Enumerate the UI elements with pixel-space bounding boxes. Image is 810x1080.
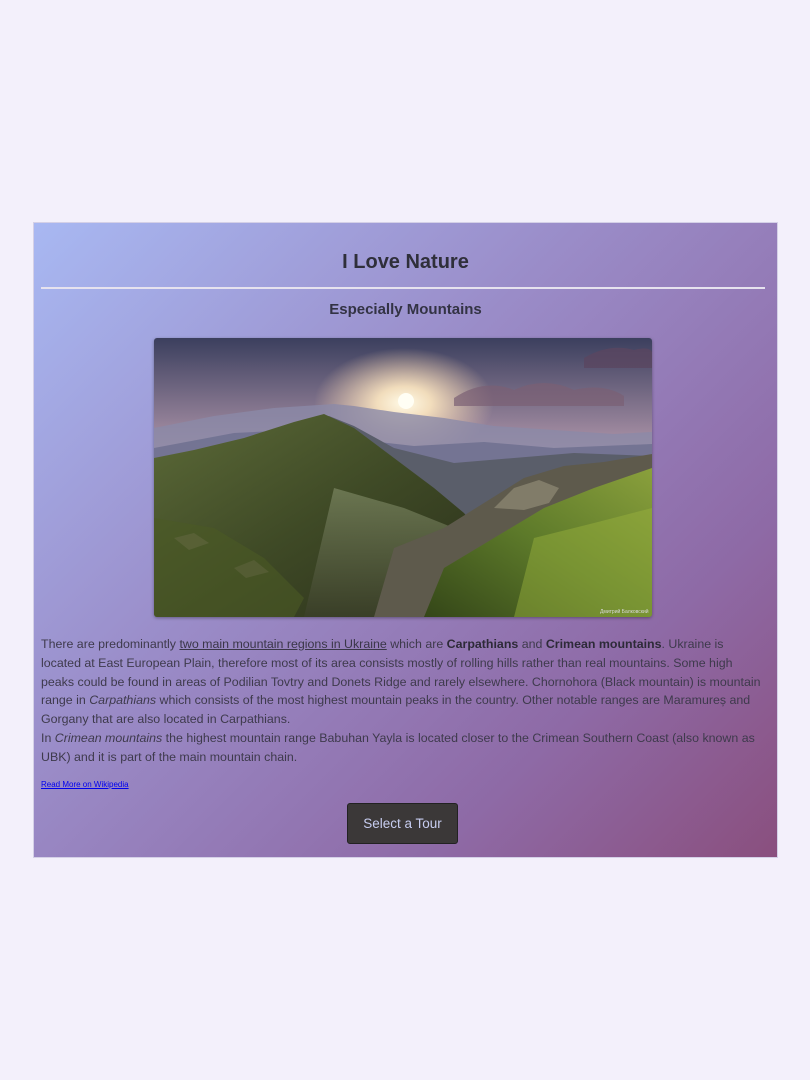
- mountain-landscape-image: Дмитрий Балковский: [154, 338, 652, 617]
- title-divider: [41, 287, 765, 289]
- article-paragraph-2: In Crimean mountains the highest mountai…: [41, 730, 755, 764]
- select-tour-button[interactable]: Select a Tour: [347, 803, 458, 844]
- article-paragraph-1: There are predominantly two main mountai…: [41, 637, 761, 727]
- wikipedia-link[interactable]: Read More on Wikipedia: [41, 780, 129, 789]
- mountain-photo: Дмитрий Балковский: [154, 338, 652, 617]
- article-text: There are predominantly two main mountai…: [41, 635, 763, 767]
- mountain-regions-link[interactable]: two main mountain regions in Ukraine: [179, 637, 386, 651]
- content-card: I Love Nature Especially Mountains Дмитр…: [34, 223, 777, 857]
- page-subtitle: Especially Mountains: [329, 301, 482, 318]
- page-title: I Love Nature: [342, 251, 469, 273]
- image-watermark: Дмитрий Балковский: [600, 608, 649, 615]
